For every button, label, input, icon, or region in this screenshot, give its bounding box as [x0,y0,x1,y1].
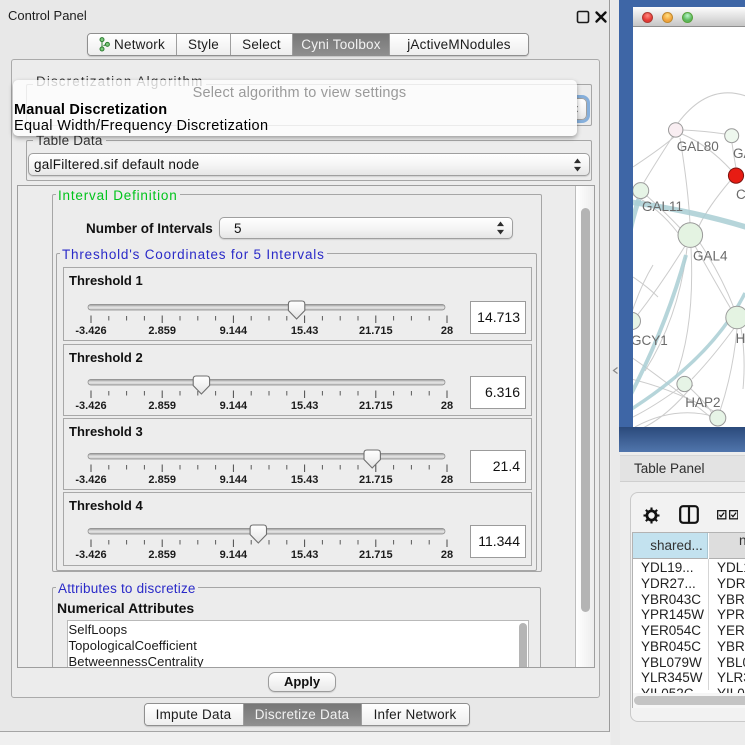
svg-text:H: H [736,331,745,346]
svg-text:15.43: 15.43 [291,549,319,561]
svg-text:9.144: 9.144 [220,325,248,337]
svg-text:-3.426: -3.426 [75,474,106,486]
svg-text:2.859: 2.859 [148,400,176,412]
svg-text:2.859: 2.859 [148,474,176,486]
svg-text:21.715: 21.715 [359,474,393,486]
svg-text:C: C [736,187,745,202]
svg-text:9.144: 9.144 [220,474,248,486]
svg-text:2.859: 2.859 [148,325,176,337]
svg-text:15.43: 15.43 [291,325,319,337]
svg-text:9.144: 9.144 [220,400,248,412]
svg-text:GAL11: GAL11 [642,199,683,214]
svg-text:HAP2: HAP2 [685,395,720,410]
svg-text:GAL80: GAL80 [677,139,719,154]
svg-text:9.144: 9.144 [220,549,248,561]
svg-text:-3.426: -3.426 [75,325,106,337]
svg-text:28: 28 [441,400,453,412]
svg-text:21.715: 21.715 [359,549,393,561]
svg-text:28: 28 [441,474,453,486]
svg-text:28: 28 [441,549,453,561]
svg-text:-3.426: -3.426 [75,400,106,412]
svg-text:15.43: 15.43 [291,474,319,486]
svg-text:21.715: 21.715 [359,325,393,337]
svg-text:GA: GA [733,146,745,161]
svg-text:-3.426: -3.426 [75,549,106,561]
svg-text:GCY1: GCY1 [633,333,668,348]
svg-text:28: 28 [441,325,453,337]
svg-text:21.715: 21.715 [359,400,393,412]
svg-text:15.43: 15.43 [291,400,319,412]
svg-text:2.859: 2.859 [148,549,176,561]
svg-text:GAL4: GAL4 [693,249,728,264]
